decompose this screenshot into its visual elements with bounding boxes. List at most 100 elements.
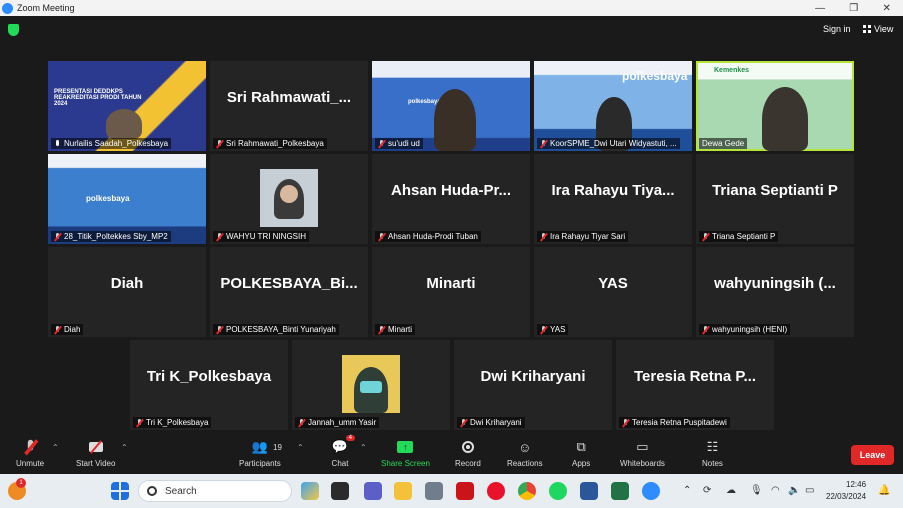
windows-start-icon[interactable]: [111, 482, 129, 500]
participant-tile[interactable]: Triana Septianti P Triana Septianti P: [696, 154, 854, 244]
close-button[interactable]: ✕: [882, 3, 890, 14]
participant-tile[interactable]: YAS YAS: [534, 247, 692, 337]
participant-name-label: Ahsan Huda-Prodi Tuban: [375, 231, 481, 242]
participant-name-label: Tri K_Polkesbaya: [133, 417, 212, 428]
sync-icon[interactable]: ⟳: [703, 485, 711, 496]
security-shield-icon[interactable]: [8, 24, 19, 36]
participant-tile[interactable]: Jannah_umm Yasir: [292, 340, 450, 430]
taskbar-search-box[interactable]: Search: [138, 480, 292, 502]
window-title: Zoom Meeting: [17, 3, 75, 13]
file-explorer-icon[interactable]: [394, 482, 412, 500]
excel-icon[interactable]: [611, 482, 629, 500]
meeting-toolbar: Unmute ⌃ Start Video ⌃ 👥 Participants 19…: [0, 434, 903, 474]
participant-tile[interactable]: WAHYU TRI NINGSIH: [210, 154, 368, 244]
participant-name-label: Nurlailis Saadah_Polkesbaya: [51, 138, 172, 149]
window-controls: — ❐ ✕: [803, 3, 903, 14]
system-clock[interactable]: 12:46 22/03/2024: [826, 479, 866, 503]
participants-options-chevron-icon[interactable]: ⌃: [297, 443, 304, 452]
mic-muted-icon: [460, 418, 467, 427]
participant-name-label: Dwi Kriharyani: [457, 417, 525, 428]
volume-icon[interactable]: 🔈: [788, 485, 800, 496]
virtual-bg-brand: polkesbaya: [86, 194, 130, 203]
mic-muted-icon: [622, 418, 629, 427]
participant-tile[interactable]: polkesbaya 28_Titik_Poltekkes Sby_MP2: [48, 154, 206, 244]
mic-muted-icon: [216, 139, 223, 148]
share-screen-button[interactable]: ↑ Share Screen: [381, 438, 430, 468]
mic-muted-icon: [216, 232, 223, 241]
video-options-chevron-icon[interactable]: ⌃: [121, 443, 128, 452]
spotify-icon[interactable]: [549, 482, 567, 500]
leave-button[interactable]: Leave: [851, 445, 894, 465]
start-video-button[interactable]: Start Video: [76, 438, 115, 468]
camera-icon[interactable]: [425, 482, 443, 500]
participant-tile[interactable]: wahyuningsih (... wahyuningsih (HENI): [696, 247, 854, 337]
notes-button[interactable]: ☷ Notes: [702, 438, 723, 468]
participant-tile[interactable]: Minarti Minarti: [372, 247, 530, 337]
participant-tile[interactable]: polkesbaya su'udi ud: [372, 61, 530, 151]
task-view-icon[interactable]: [331, 482, 349, 500]
participant-name-label: Triana Septianti P: [699, 231, 779, 242]
reactions-smiley-icon: ☺: [518, 439, 532, 455]
chrome-icon[interactable]: [518, 482, 536, 500]
participant-name-label: su'udi ud: [375, 138, 423, 149]
microphone-tray-icon[interactable]: 🎙: [750, 485, 763, 496]
share-screen-icon: ↑: [396, 438, 414, 456]
search-placeholder: Search: [165, 485, 197, 497]
participant-name-label: Sri Rahmawati_Polkesbaya: [213, 138, 327, 149]
tray-overflow-chevron-icon[interactable]: ⌃: [683, 485, 691, 496]
chat-button[interactable]: 💬 4 Chat: [331, 435, 355, 468]
audio-options-chevron-icon[interactable]: ⌃: [52, 443, 59, 452]
participant-name-label: Jannah_umm Yasir: [295, 417, 380, 428]
chat-options-chevron-icon[interactable]: ⌃: [360, 443, 367, 452]
participant-tile-active-speaker[interactable]: Kemenkes Dewa Gede: [696, 61, 854, 151]
participant-display-name: Teresia Retna P...: [633, 367, 756, 385]
mic-muted-icon: [216, 325, 223, 334]
meeting-topbar: Sign in View: [0, 16, 903, 44]
maximize-button[interactable]: ❐: [849, 3, 858, 14]
mic-muted-icon: [540, 139, 547, 148]
participant-tile[interactable]: Diah Diah: [48, 247, 206, 337]
record-button[interactable]: Record: [455, 438, 481, 468]
participant-display-name: Minarti: [426, 274, 476, 292]
participant-tile[interactable]: Teresia Retna P... Teresia Retna Puspita…: [616, 340, 774, 430]
mic-muted-icon: [21, 438, 39, 456]
participant-name-label: Teresia Retna Puspitadewi: [619, 417, 730, 428]
participant-tile[interactable]: polkesbaya KoorSPME_Dwi Utari Widyastuti…: [534, 61, 692, 151]
view-button[interactable]: View: [863, 24, 893, 34]
participant-tile[interactable]: Sri Rahmawati_... Sri Rahmawati_Polkesba…: [210, 61, 368, 151]
sign-in-button[interactable]: Sign in: [823, 24, 851, 34]
participant-profile-photo: [260, 169, 318, 227]
word-icon[interactable]: [580, 482, 598, 500]
notes-icon: ☷: [706, 439, 719, 454]
zoom-taskbar-icon[interactable]: [642, 482, 660, 500]
participant-display-name: YAS: [598, 274, 628, 292]
virtual-bg-brand: polkesbaya: [622, 69, 688, 83]
apps-button[interactable]: ⧉ Apps: [572, 438, 590, 468]
participant-tile[interactable]: PRESENTASI DEDDKPS REAKREDITASI PRODI TA…: [48, 61, 206, 151]
copilot-icon[interactable]: [301, 482, 319, 500]
clock-time: 12:46: [846, 480, 867, 489]
virtual-bg-brand: Kemenkes: [714, 67, 750, 74]
mic-muted-icon: [378, 232, 385, 241]
whiteboards-button[interactable]: ▭ Whiteboards: [620, 438, 665, 468]
record-icon: [459, 438, 477, 456]
minimize-button[interactable]: —: [815, 3, 825, 14]
participant-tile[interactable]: Ira Rahayu Tiya... Ira Rahayu Tiyar Sari: [534, 154, 692, 244]
notification-bell-icon[interactable]: 🔔: [878, 485, 890, 496]
cloud-icon[interactable]: ☁: [726, 485, 736, 496]
battery-icon[interactable]: ▭: [805, 485, 814, 496]
participant-video: [106, 109, 142, 139]
reactions-button[interactable]: ☺ Reactions: [507, 438, 543, 469]
participant-tile[interactable]: Tri K_Polkesbaya Tri K_Polkesbaya: [130, 340, 288, 430]
participant-tile[interactable]: Ahsan Huda-Pr... Ahsan Huda-Prodi Tuban: [372, 154, 530, 244]
participant-display-name: Sri Rahmawati_...: [226, 88, 352, 106]
unmute-button[interactable]: Unmute: [16, 438, 44, 468]
participant-video: [434, 89, 476, 151]
wifi-icon[interactable]: ◠: [771, 485, 780, 496]
participant-tile[interactable]: Dwi Kriharyani Dwi Kriharyani: [454, 340, 612, 430]
opera-icon[interactable]: [487, 482, 505, 500]
teams-icon[interactable]: [364, 482, 382, 500]
participant-display-name: Triana Septianti P: [712, 181, 838, 199]
acrobat-icon[interactable]: [456, 482, 474, 500]
participant-tile[interactable]: POLKESBAYA_Bi... POLKESBAYA_Binti Yunari…: [210, 247, 368, 337]
